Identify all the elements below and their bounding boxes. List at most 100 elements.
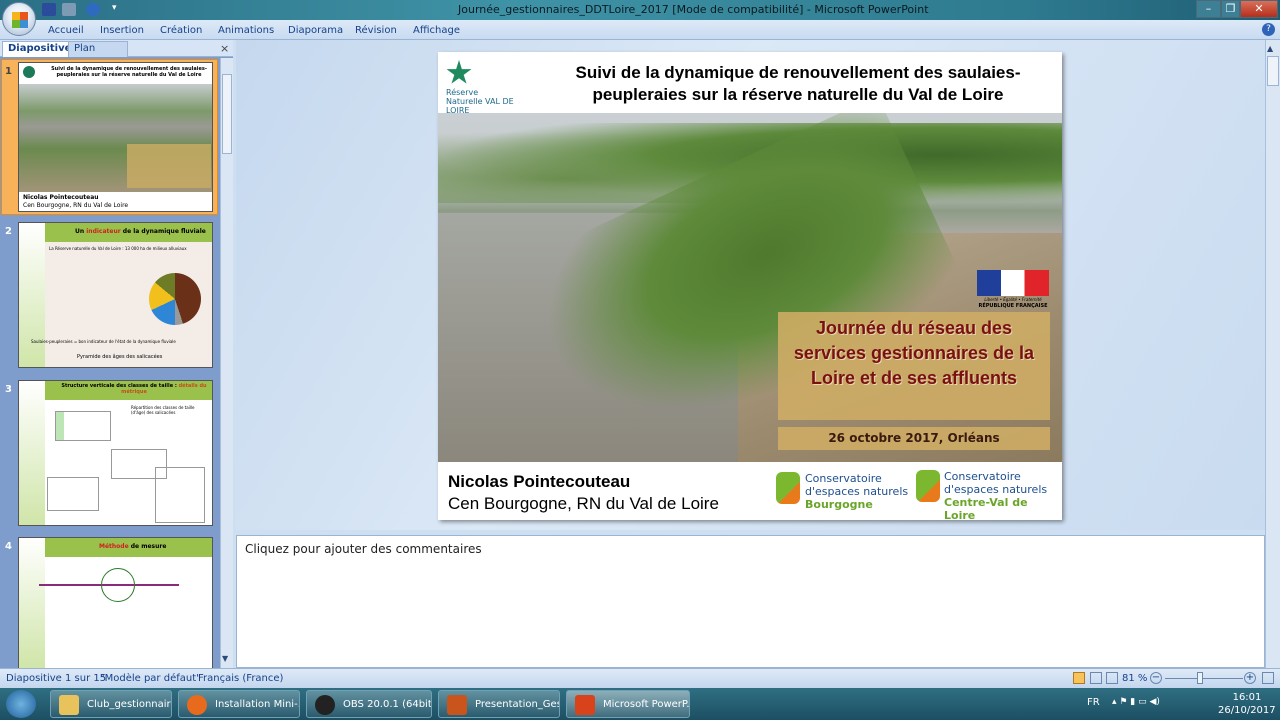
- clock-time[interactable]: 16:01: [1222, 692, 1272, 703]
- slide-number: 3: [5, 384, 12, 395]
- slide-thumbnail-3[interactable]: Structure verticale des classes de taill…: [18, 380, 213, 526]
- tab-affichage[interactable]: Affichage: [413, 25, 460, 36]
- clock-date[interactable]: 26/10/2017: [1218, 705, 1276, 716]
- title-bar: ▾ Journée_gestionnaires_DDTLoire_2017 [M…: [0, 0, 1280, 20]
- french-flag-icon: [977, 270, 1049, 296]
- close-panel-icon[interactable]: ×: [220, 42, 229, 55]
- thumb-photo: [19, 84, 212, 192]
- tab-creation[interactable]: Création: [160, 25, 202, 36]
- zoom-out-icon[interactable]: −: [1150, 672, 1162, 684]
- tab-revision[interactable]: Révision: [355, 25, 397, 36]
- thumb-title: Suivi de la dynamique de renouvellement …: [51, 66, 207, 78]
- taskbar-item-powerpoint[interactable]: Microsoft PowerP...: [566, 690, 690, 718]
- customize-qat-icon[interactable]: ▾: [112, 3, 117, 13]
- folder-icon: [59, 695, 79, 715]
- input-language[interactable]: FR: [1087, 697, 1100, 708]
- office-button[interactable]: [2, 2, 36, 36]
- panel-scrollbar[interactable]: ▼: [220, 58, 233, 668]
- slide-number: 2: [5, 226, 12, 237]
- taskbar-item-firefox[interactable]: Installation Mini-...: [178, 690, 300, 718]
- slide-title: Suivi de la dynamique de renouvellement …: [575, 63, 1021, 104]
- scroll-thumb[interactable]: [1267, 56, 1279, 86]
- thumb-title: Méthode de mesure: [99, 543, 167, 550]
- obs-icon: [315, 695, 335, 715]
- scroll-thumb[interactable]: [222, 74, 232, 154]
- thumb-chart: [55, 411, 111, 441]
- slide-canvas[interactable]: Réserve Naturelle VAL DE LOIRE Suivi de …: [438, 52, 1062, 522]
- close-button[interactable]: ✕: [1240, 0, 1278, 18]
- undo-icon[interactable]: [62, 3, 76, 16]
- taskbar-item-obs[interactable]: OBS 20.0.1 (64bit, ...: [306, 690, 432, 718]
- window-title: Journée_gestionnaires_DDTLoire_2017 [Mod…: [458, 3, 929, 16]
- tab-animations[interactable]: Animations: [218, 25, 274, 36]
- office-logo-icon: [12, 12, 28, 28]
- save-icon[interactable]: [42, 3, 56, 16]
- slideshow-icon[interactable]: [1106, 672, 1118, 684]
- slide-number: 1: [5, 66, 12, 77]
- help-icon[interactable]: ?: [1262, 23, 1275, 36]
- flag-motto: Liberté • Égalité • Fraternité: [984, 297, 1042, 302]
- reserve-logo-text: Réserve Naturelle VAL DE LOIRE: [446, 88, 514, 115]
- firefox-icon: [187, 695, 207, 715]
- tab-diaporama[interactable]: Diaporama: [288, 25, 343, 36]
- redo-icon[interactable]: [86, 3, 100, 16]
- tab-insertion[interactable]: Insertion: [100, 25, 144, 36]
- notes-placeholder[interactable]: Cliquez pour ajouter des commentaires: [245, 542, 482, 556]
- fit-to-window-icon[interactable]: [1262, 672, 1274, 684]
- restore-button[interactable]: ❐: [1221, 0, 1240, 18]
- tray-icons[interactable]: ▴ ⚑ ▮ ▭ ◀): [1112, 697, 1160, 707]
- thumb-side-bar: [19, 223, 45, 367]
- impress-icon: [447, 695, 467, 715]
- thumb-event-box: [127, 144, 211, 188]
- scroll-up-icon[interactable]: ▲: [1267, 44, 1273, 53]
- taskbar: Club_gestionnaires Installation Mini-...…: [0, 688, 1280, 720]
- thumb-text: Pyramide des âges des salicacées: [77, 354, 163, 360]
- zoom-level[interactable]: 81 %: [1122, 673, 1147, 684]
- thumb-side-bar: [19, 538, 45, 668]
- powerpoint-icon: [575, 695, 595, 715]
- tab-accueil[interactable]: Accueil: [48, 25, 84, 36]
- normal-view-icon[interactable]: [1073, 672, 1085, 684]
- slide-thumbnail-1[interactable]: Suivi de la dynamique de renouvellement …: [18, 62, 213, 212]
- author-name: Nicolas Pointecouteau: [448, 472, 631, 491]
- cen-centre-logo-icon: [916, 470, 940, 502]
- thumb-side-bar: [19, 381, 45, 525]
- thumb-text: La Réserve naturelle du Val de Loire : 1…: [49, 246, 187, 251]
- thumb-title: Structure verticale des classes de taill…: [61, 383, 207, 395]
- taskbar-item-folder[interactable]: Club_gestionnaires: [50, 690, 172, 718]
- thumb-chart: [155, 467, 205, 523]
- slide-number: 4: [5, 541, 12, 552]
- author-org: Cen Bourgogne, RN du Val de Loire: [448, 494, 719, 513]
- minimize-button[interactable]: –: [1196, 0, 1221, 18]
- thumb-pie-chart: [149, 273, 201, 325]
- flag-republique: RÉPUBLIQUE FRANÇAISE: [978, 303, 1048, 309]
- status-bar: Diapositive 1 sur 15 "Modèle par défaut"…: [0, 668, 1280, 688]
- start-button[interactable]: [6, 690, 36, 718]
- slide-thumbnail-2[interactable]: Un indicateur de la dynamique fluviale L…: [18, 222, 213, 368]
- language[interactable]: Français (France): [198, 673, 283, 684]
- reserve-logo-icon: [446, 60, 472, 84]
- slide-indicator: Diapositive 1 sur 15: [6, 673, 107, 684]
- scroll-down-icon[interactable]: ▼: [222, 654, 228, 663]
- zoom-slider[interactable]: [1165, 678, 1243, 679]
- thumb-chart: [47, 477, 99, 511]
- zoom-in-icon[interactable]: +: [1244, 672, 1256, 684]
- thumb-title: Un indicateur de la dynamique fluviale: [75, 228, 206, 235]
- theme-name[interactable]: "Modèle par défaut": [100, 673, 201, 684]
- thumb-text: Répartition des classes de taille (d'âge…: [131, 405, 195, 415]
- thumb-text: Saulaies-peupleraies = bon indicateur de…: [31, 339, 176, 344]
- notes-pane[interactable]: Cliquez pour ajouter des commentaires: [236, 535, 1265, 668]
- main-scrollbar[interactable]: ▲: [1265, 40, 1280, 668]
- partner-centre: Conservatoire d'espaces naturels Centre-Va…: [944, 470, 1048, 522]
- tab-plan[interactable]: Plan: [68, 41, 128, 57]
- slide-thumbnail-4[interactable]: Méthode de mesure: [18, 537, 213, 668]
- thumb-author: Nicolas Pointecouteau: [23, 194, 99, 201]
- cen-bourgogne-logo-icon: [776, 472, 800, 504]
- partner-bourgogne: Conservatoire d'espaces naturels Bourgogne: [805, 472, 909, 511]
- logo-icon: [23, 66, 35, 78]
- zoom-slider-thumb[interactable]: [1197, 672, 1204, 684]
- event-title: Journée du réseau des services gestionna…: [778, 312, 1050, 420]
- taskbar-item-presentation[interactable]: Presentation_Gest...: [438, 690, 560, 718]
- slide-sorter-icon[interactable]: [1090, 672, 1102, 684]
- thumb-circle-diagram: [101, 568, 135, 602]
